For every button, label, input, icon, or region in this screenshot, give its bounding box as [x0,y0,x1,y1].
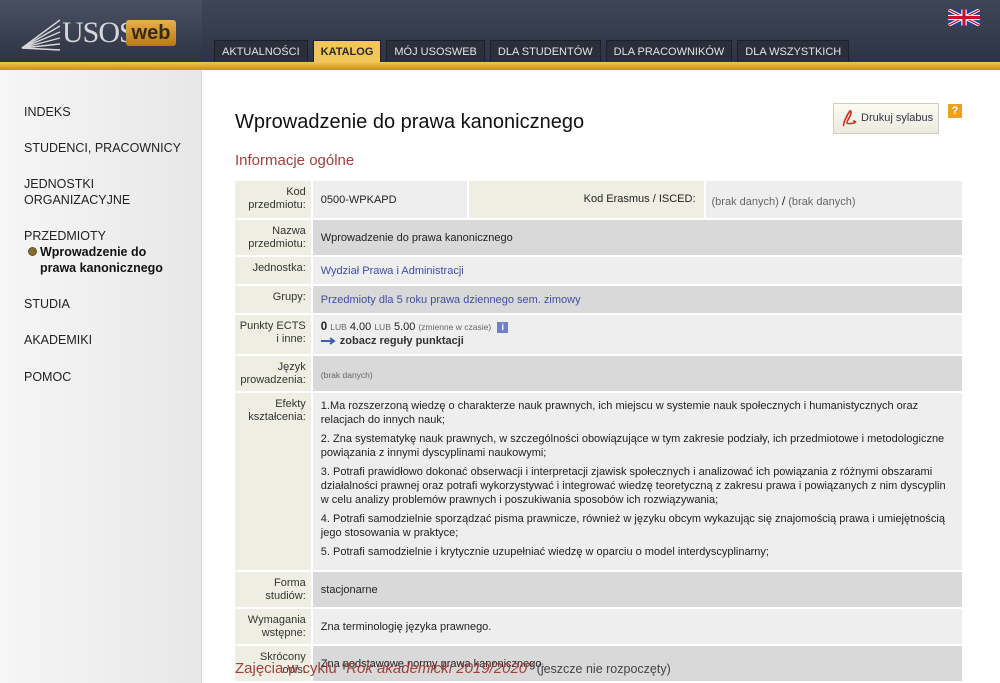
ects-or-1: LUB [330,322,347,332]
tab-dla-studentow[interactable]: DLA STUDENTÓW [489,40,601,62]
row-study-form: Forma studiów: stacjonarne [235,572,962,607]
outcome-item: 1.Ma rozszerzoną wiedzę o charakterze na… [320,400,919,426]
label-outcomes: Efekty kształcenia: [235,393,313,570]
row-course-name: Nazwa przedmiotu: Wprowadzenie do prawa … [235,220,962,255]
logo-area: USOS web [0,0,202,62]
section-title-general: Informacje ogólne [235,152,355,169]
row-groups: Grupy: Przedmioty dla 5 roku prawa dzien… [235,286,962,313]
ects-value-2: 4.00 [349,321,372,333]
row-outcomes: Efekty kształcenia: 1.Ma rozszerzoną wie… [235,393,962,570]
sidebar-subitem-label: Wprowadzenie do prawa kanonicznego [40,245,163,275]
value-course-name: Wprowadzenie do prawa kanonicznego [312,220,962,255]
main-nav: AKTUALNOŚCI KATALOG MÓJ USOSWEB DLA STUD… [214,40,850,62]
erasmus-value-1: (brak danych) [711,196,779,208]
ects-or-2: LUB [374,322,391,332]
outcome-item: 3. Potrafi prawidłowo dokonać obserwacji… [320,466,946,506]
main-content: Wprowadzenie do prawa kanonicznego Druku… [203,70,1000,683]
row-unit: Jednostka: Wydział Prawa i Administracji [235,257,962,284]
value-course-code: 0500-WPKAPD [312,181,468,218]
sidebar-item-studenci[interactable]: STUDENCI, PRACOWNICY [24,140,194,156]
label-groups: Grupy: [235,286,313,313]
current-item-bullet-icon [28,247,37,256]
print-syllabus-label: Drukuj sylabus [861,112,934,124]
tab-katalog[interactable]: KATALOG [312,40,382,62]
label-requirements: Wymagania wstępne: [235,609,313,644]
row-requirements: Wymagania wstępne: Zna terminologię języ… [235,609,962,644]
sidebar-subitem-current-course[interactable]: Wprowadzenie do prawa kanonicznego [24,244,184,276]
erasmus-value-2: (brak danych) [788,196,856,208]
uk-flag-icon[interactable] [948,9,980,26]
help-icon[interactable]: ? [948,104,962,118]
outcome-item: 4. Potrafi samodzielnie sporządzać pisma… [320,513,945,539]
course-info-table: Kod przedmiotu: 0500-WPKAPD Kod Erasmus … [235,179,962,683]
outcome-item: 2. Zna systematykę nauk prawnych, w szcz… [320,433,945,459]
tab-dla-wszystkich[interactable]: DLA WSZYSTKICH [737,40,850,62]
tab-dla-pracownikow[interactable]: DLA PRACOWNIKÓW [605,40,733,62]
sidebar-item-akademiki[interactable]: AKADEMIKI [24,332,194,348]
sidebar-item-przedmioty[interactable]: PRZEDMIOTY [24,228,194,244]
top-header: USOS web AKTUALNOŚCI KATALOG MÓJ USOSWEB… [0,0,1000,70]
ects-rules-link[interactable]: zobacz reguły punktacji [340,335,464,347]
logo-text: USOS [62,16,136,49]
value-requirements: Zna terminologię języka prawnego. [312,609,962,644]
arrow-right-icon [320,337,336,345]
tab-moj-usosweb[interactable]: MÓJ USOSWEB [386,40,485,62]
cycle-prefix: Zajęcia w cyklu [235,660,337,677]
sidebar-item-pomoc[interactable]: POMOC [24,369,194,385]
label-language: Język prowadzenia: [235,356,313,391]
sidebar-item-jednostki[interactable]: JEDNOSTKI ORGANIZACYJNE [24,176,164,208]
value-ects: 0 LUB 4.00 LUB 5.00 (zmienne w czasie) i… [312,315,962,354]
label-erasmus-code: Kod Erasmus / ISCED: [467,181,704,218]
row-course-code: Kod przedmiotu: 0500-WPKAPD Kod Erasmus … [235,181,962,218]
erasmus-separator: / [781,194,786,208]
ects-value-1: 0 [320,321,328,333]
value-unit: Wydział Prawa i Administracji [312,257,962,284]
sidebar-item-studia[interactable]: STUDIA [24,296,194,312]
ects-info-icon[interactable]: i [497,321,509,333]
header-gold-bar [0,62,1000,70]
ects-note: (zmienne w czasie) [418,322,492,332]
sidebar: INDEKS STUDENCI, PRACOWNICY JEDNOSTKI OR… [0,70,202,683]
value-study-form: stacjonarne [312,572,962,607]
row-language: Język prowadzenia: (brak danych) [235,356,962,391]
label-study-form: Forma studiów: [235,572,313,607]
usosweb-logo[interactable]: USOS web [20,14,178,54]
value-language: (brak danych) [312,356,962,391]
label-unit: Jednostka: [235,257,313,284]
label-course-code: Kod przedmiotu: [235,181,313,218]
print-syllabus-button[interactable]: Drukuj sylabus [833,103,939,134]
logo-badge: web [126,20,176,46]
label-course-name: Nazwa przedmiotu: [235,220,313,255]
pdf-icon [842,110,857,127]
value-groups: Przedmioty dla 5 roku prawa dziennego se… [312,286,962,313]
label-ects: Punkty ECTS i inne: [235,315,313,354]
tab-aktualnosci[interactable]: AKTUALNOŚCI [214,40,308,62]
groups-link[interactable]: Przedmioty dla 5 roku prawa dziennego se… [321,294,581,306]
section-title-cycle: Zajęcia w cyklu "Rok akademicki 2019/202… [235,660,671,677]
value-erasmus-code: (brak danych) / (brak danych) [703,181,962,218]
outcome-item: 5. Potrafi samodzielnie i krytycznie uzu… [320,546,769,558]
sidebar-item-indeks[interactable]: INDEKS [24,104,194,120]
row-ects: Punkty ECTS i inne: 0 LUB 4.00 LUB 5.00 … [235,315,962,354]
ects-value-3: 5.00 [393,321,416,333]
cycle-name: "Rok akademicki 2019/2020" [340,660,533,677]
cycle-note: (jeszcze nie rozpoczęty) [536,662,671,676]
page-title: Wprowadzenie do prawa kanonicznego [235,111,585,133]
value-outcomes: 1.Ma rozszerzoną wiedzę o charakterze na… [312,393,962,570]
logo-lines-icon [21,19,61,51]
unit-link[interactable]: Wydział Prawa i Administracji [321,265,464,277]
